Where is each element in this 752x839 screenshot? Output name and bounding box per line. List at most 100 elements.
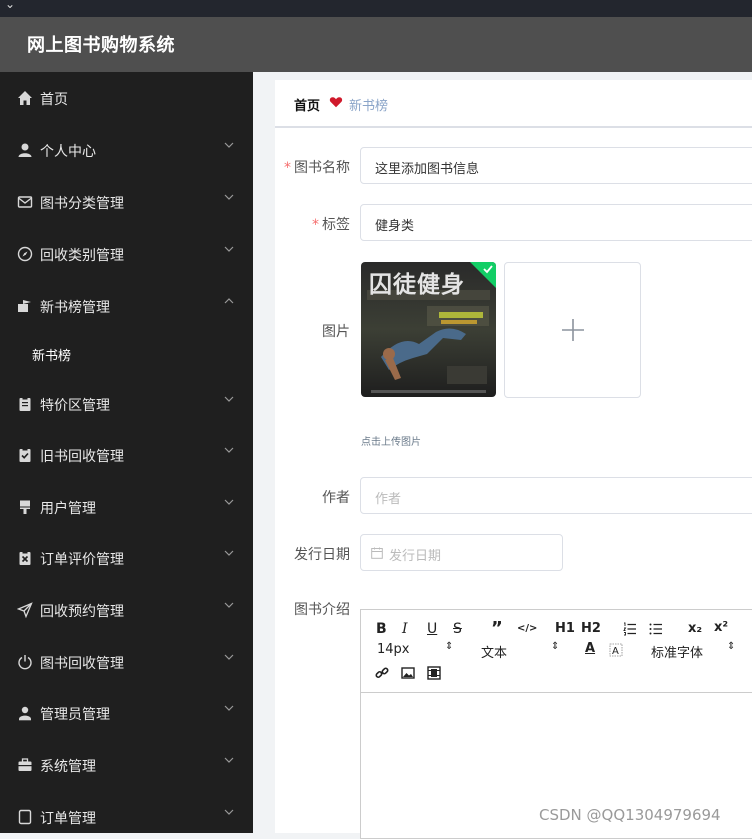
sidebar-item-special-price[interactable]: 特价区管理 [0,384,253,424]
sidebar-item-label: 用户管理 [40,501,96,517]
book-name-label: * 图书名称 [284,160,350,176]
header-1-button[interactable]: H1 [555,621,575,636]
chevron-down-icon [224,499,234,505]
author-input[interactable]: 作者 [360,477,752,514]
sidebar-item-new-books[interactable]: 新书榜管理 [0,286,253,326]
clipboard-check-icon [19,448,31,462]
app-header: 网上图书购物系统 [0,17,752,72]
tag-input[interactable]: 健身类 [360,204,752,241]
underline-button[interactable]: U [427,621,437,637]
sidebar-item-book-category[interactable]: 图书分类管理 [0,182,253,222]
breadcrumb: 首页 新书榜 [275,80,752,128]
chevron-down-icon [224,142,234,148]
link-icon[interactable] [375,666,389,680]
font-family-select[interactable]: 标准字体 [651,642,703,661]
sidebar: 首页 个人中心 图书分类管理 回收类别管理 新书榜管理 新书榜 特价区管理 旧书… [0,72,253,833]
chevron-down-icon [224,550,234,556]
plus-icon [562,319,584,341]
uploaded-check-badge-icon [470,262,496,288]
chevron-down-icon [224,194,234,200]
mail-icon [17,196,33,208]
book-name-value: 这里添加图书信息 [375,162,480,177]
document-icon [18,809,32,825]
author-placeholder: 作者 [375,492,402,507]
sidebar-subitem-label: 新书榜 [32,349,72,364]
ordered-list-icon[interactable] [623,622,637,636]
bullet-list-icon[interactable] [649,622,663,636]
image-upload-button[interactable] [504,262,641,398]
sidebar-item-label: 回收类别管理 [40,248,124,264]
strike-button[interactable]: S [453,621,462,637]
chevron-updown-icon: ⇕ [445,641,454,652]
compass-icon [17,246,33,262]
sidebar-item-order-management[interactable]: 订单管理 [0,797,253,837]
blockquote-button[interactable]: ” [491,618,503,639]
author-label: 作者 [322,490,350,506]
csdn-watermark: CSDN @QQ1304979694 [539,806,721,824]
sidebar-item-used-book-recycle[interactable]: 旧书回收管理 [0,435,253,475]
subscript-button[interactable]: x₂ [688,621,702,636]
sidebar-item-order-review[interactable]: 订单评价管理 [0,538,253,578]
upload-hint: 点击上传图片 [361,437,421,448]
sidebar-item-home[interactable]: 首页 [0,78,253,118]
svg-text:A: A [612,646,619,657]
italic-button[interactable]: I [402,621,408,637]
sidebar-item-recycle-category[interactable]: 回收类别管理 [0,234,253,274]
sidebar-item-label: 新书榜管理 [40,300,110,316]
book-name-input[interactable]: 这里添加图书信息 [360,147,752,184]
sidebar-item-book-recycle[interactable]: 图书回收管理 [0,642,253,682]
sidebar-item-label: 图书回收管理 [40,656,124,672]
home-icon [18,91,32,105]
admin-icon [19,706,31,721]
power-icon [18,655,32,670]
chevron-down-icon [224,396,234,402]
chevron-down-icon [224,246,234,252]
sidebar-item-user-management[interactable]: 用户管理 [0,487,253,527]
sidebar-item-personal-center[interactable]: 个人中心 [0,130,253,170]
uploaded-book-cover[interactable]: 囚徒健身 [361,262,496,397]
brush-icon [20,500,30,514]
chevron-updown-icon: ⇕ [551,641,560,652]
breadcrumb-home[interactable]: 首页 [294,95,320,114]
sidebar-item-label: 订单管理 [40,811,96,827]
sidebar-item-system-management[interactable]: 系统管理 [0,745,253,785]
chevron-down-icon [224,809,234,815]
sidebar-item-label: 回收预约管理 [40,604,124,620]
release-date-label: 发行日期 [294,547,350,563]
release-date-picker[interactable]: 发行日期 [360,534,563,571]
briefcase-icon [18,758,32,771]
sidebar-item-label: 首页 [40,92,68,108]
sidebar-item-label: 特价区管理 [40,398,110,414]
font-size-select[interactable]: 14px [377,642,410,657]
text-type-select[interactable]: 文本 [481,642,507,661]
book-cover-title: 囚徒健身 [369,271,465,298]
text-color-button[interactable]: A [585,641,595,656]
browser-top-bar: ⌄ [0,0,752,17]
image-label: 图片 [322,324,350,340]
editor-toolbar: B I U S ” </> H1 H2 x₂ x² 14px ⇕ 文本 ⇕ A … [361,610,752,693]
sidebar-item-label: 管理员管理 [40,707,110,723]
sidebar-item-admin-management[interactable]: 管理员管理 [0,693,253,733]
superscript-button[interactable]: x² [714,620,728,635]
send-icon [17,602,33,618]
sidebar-item-label: 个人中心 [40,144,96,160]
sidebar-item-recycle-appointment[interactable]: 回收预约管理 [0,590,253,630]
tag-label: * 标签 [312,217,350,233]
sidebar-item-label: 系统管理 [40,759,96,775]
image-icon[interactable] [401,666,415,680]
sidebar-item-label: 旧书回收管理 [40,449,124,465]
required-asterisk: * [312,217,319,233]
clipboard-x-icon [19,551,31,565]
rich-text-editor[interactable]: B I U S ” </> H1 H2 x₂ x² 14px ⇕ 文本 ⇕ A … [360,609,752,839]
breadcrumb-current: 新书榜 [349,99,389,114]
chevron-down-icon[interactable]: ⌄ [5,0,15,11]
user-icon [18,143,32,157]
code-block-button[interactable]: </> [517,623,537,634]
video-icon[interactable] [427,666,441,680]
header-2-button[interactable]: H2 [581,621,601,636]
calendar-icon [371,547,383,559]
background-color-icon[interactable]: A [609,643,623,657]
sidebar-subitem-new-books-list[interactable]: 新书榜 [0,333,253,373]
bold-button[interactable]: B [376,621,387,637]
chevron-updown-icon: ⇕ [727,641,736,652]
